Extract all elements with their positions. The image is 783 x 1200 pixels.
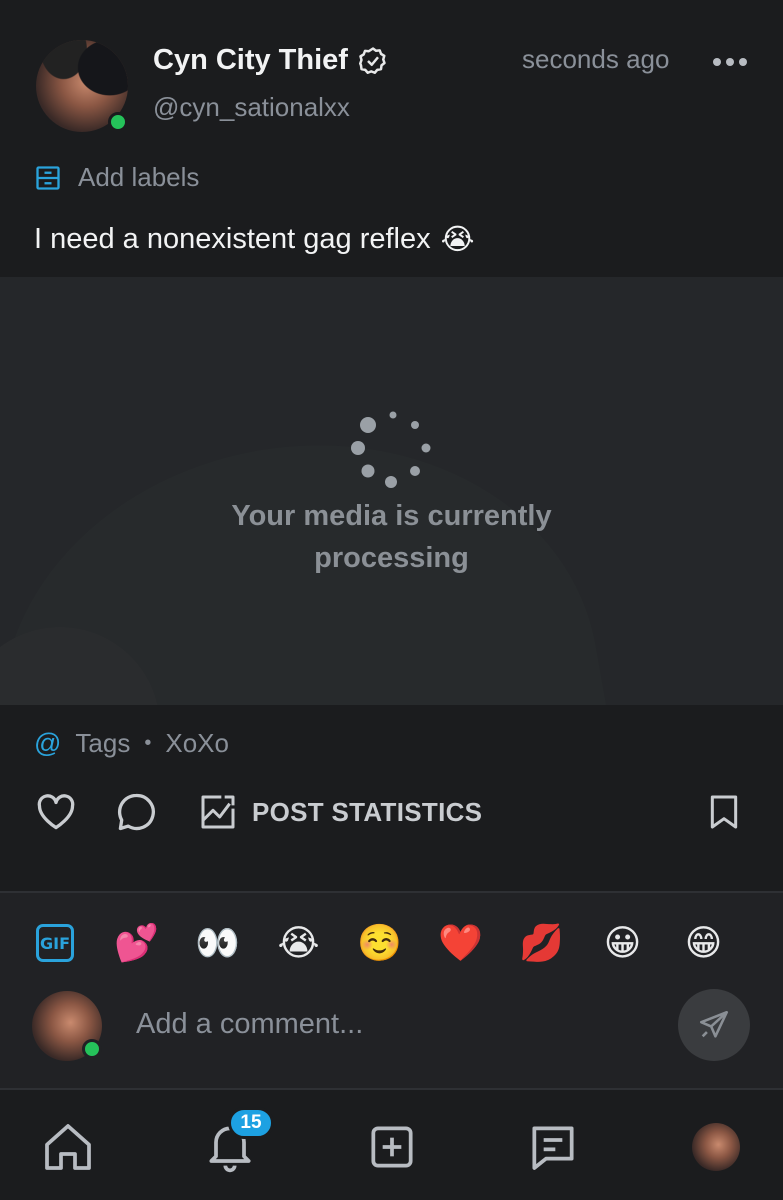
add-labels-text: Add labels (78, 162, 200, 192)
more-options-icon[interactable] (713, 50, 749, 74)
gif-button-icon[interactable]: GIF (36, 924, 74, 962)
send-paper-plane-icon (699, 1010, 729, 1038)
post-statistics-button[interactable]: POST STATISTICS (198, 790, 482, 834)
emoji-option[interactable]: 😭 (258, 923, 339, 964)
media-processing-text: Your media is currently processing (231, 500, 552, 574)
post-timestamp: seconds ago (522, 44, 670, 74)
bookmark-icon[interactable] (704, 790, 744, 834)
author-name-row: Cyn City Thief (153, 44, 388, 77)
messages-icon (532, 1126, 574, 1170)
post-header: Cyn City Thief @cyn_sationalxx seconds a… (0, 0, 783, 192)
divider (0, 1088, 783, 1090)
quick-emoji-bar: GIF 💕 👀 😭 ☺️ ❤️ 💋 😀 😁 (36, 919, 744, 967)
add-post-icon (371, 1126, 413, 1168)
emoji-option[interactable]: ☺️ (339, 922, 420, 964)
author-avatar[interactable] (36, 40, 128, 132)
nav-home[interactable] (40, 1119, 96, 1175)
home-icon (45, 1124, 91, 1170)
tags-label: Tags (75, 728, 131, 758)
comment-composer: GIF 💕 👀 😭 ☺️ ❤️ 💋 😀 😁 (0, 893, 783, 1089)
nav-new-post[interactable] (364, 1119, 420, 1175)
tag-item[interactable]: XoXo (165, 728, 229, 759)
nav-profile[interactable] (688, 1119, 744, 1175)
post-actions: POST STATISTICS (0, 790, 783, 850)
author-handle[interactable]: @cyn_sationalxx (153, 92, 350, 123)
labels-icon (36, 165, 60, 190)
post-statistics-label: POST STATISTICS (252, 796, 483, 827)
online-indicator (82, 1039, 102, 1059)
tags-row[interactable]: @ Tags • XoXo (34, 728, 229, 759)
comment-input[interactable] (136, 999, 656, 1049)
post-text-emoji: 😭 (440, 222, 475, 256)
notification-count-badge: 15 (228, 1107, 274, 1139)
author-display-name[interactable]: Cyn City Thief (153, 44, 348, 77)
send-comment-button[interactable] (678, 989, 750, 1061)
emoji-option[interactable]: 💕 (96, 922, 177, 964)
emoji-option[interactable]: 👀 (177, 922, 258, 964)
separator-dot: • (144, 732, 152, 754)
emoji-option[interactable]: ❤️ (420, 922, 501, 964)
media-placeholder[interactable]: Your media is currently processing (0, 277, 783, 705)
emoji-option[interactable]: 💋 (501, 922, 582, 964)
post-text: I need a nonexistent gag reflex 😭 (34, 222, 475, 256)
verified-badge-icon (358, 46, 386, 74)
online-indicator (108, 112, 128, 132)
post-text-content: I need a nonexistent gag reflex (34, 222, 431, 255)
like-heart-icon[interactable] (34, 790, 78, 834)
comment-bubble-icon[interactable] (114, 790, 158, 834)
profile-avatar (692, 1123, 740, 1171)
comment-input-row (0, 989, 783, 1069)
emoji-option[interactable]: 😁 (663, 923, 744, 964)
nav-messages[interactable] (525, 1119, 581, 1175)
statistics-chart-icon (201, 795, 235, 829)
at-icon: @ (34, 728, 62, 758)
emoji-option[interactable]: 😀 (582, 923, 663, 964)
bottom-navigation: 15 (0, 1091, 783, 1200)
add-labels-button[interactable]: Add labels (34, 162, 199, 193)
loading-spinner-icon (351, 411, 431, 488)
